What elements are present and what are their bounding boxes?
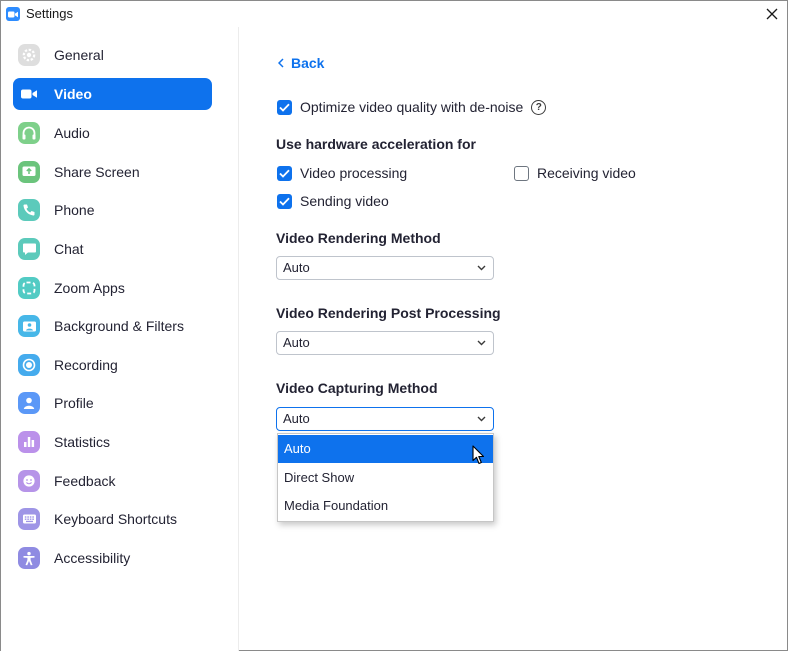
chevron-down-icon [477,265,486,271]
sidebar-item-zoom-apps[interactable]: Zoom Apps [13,272,212,304]
capturing-method-select[interactable]: Auto [276,407,494,431]
checkmark-icon [279,169,290,178]
keyboard-icon [18,508,40,530]
phone-icon [18,199,40,221]
capturing-method-value: Auto [283,411,310,426]
receiving-video-checkbox[interactable] [514,165,529,181]
video-settings-panel: Back Optimize video quality with de-nois… [240,27,787,651]
sending-video-row: Sending video [277,193,389,209]
sidebar-item-label: Keyboard Shortcuts [54,511,177,527]
sidebar-item-label: Chat [54,241,84,257]
record-icon [18,354,40,376]
denoise-label: Optimize video quality with de-noise [300,99,524,115]
sidebar-item-label: Video [54,86,92,102]
sidebar-item-profile[interactable]: Profile [13,387,212,419]
video-camera-icon [18,83,40,105]
receiving-video-label: Receiving video [537,165,636,181]
chevron-down-icon [477,416,486,422]
back-link[interactable]: Back [278,55,324,71]
dropdown-option-media-foundation[interactable]: Media Foundation [278,492,493,520]
video-processing-row: Video processing [277,165,407,181]
sidebar-item-label: General [54,47,104,63]
denoise-row: Optimize video quality with de-noise ? [277,99,547,115]
post-processing-label: Video Rendering Post Processing [276,305,501,321]
sidebar-item-video[interactable]: Video [13,78,212,110]
sidebar-item-label: Share Screen [54,164,140,180]
settings-sidebar: General Video Audio Share Screen Phone C… [1,27,239,651]
hw-acceleration-heading: Use hardware acceleration for [276,136,476,152]
checkmark-icon [279,103,290,112]
sidebar-item-label: Recording [54,357,118,373]
close-button[interactable] [757,1,787,27]
zoom-app-icon [6,7,20,21]
sidebar-item-label: Zoom Apps [54,280,125,296]
dropdown-option-auto[interactable]: Auto [278,435,493,463]
rendering-method-label: Video Rendering Method [276,230,441,246]
video-processing-checkbox[interactable] [277,165,292,181]
close-icon [766,8,778,20]
sidebar-item-label: Phone [54,202,95,218]
post-processing-value: Auto [283,335,310,350]
chevron-down-icon [477,340,486,346]
sidebar-item-statistics[interactable]: Statistics [13,426,212,458]
rendering-method-value: Auto [283,260,310,275]
statistics-icon [18,431,40,453]
sidebar-item-label: Background & Filters [54,318,184,334]
sidebar-item-label: Profile [54,395,94,411]
sidebar-item-general[interactable]: General [13,39,212,71]
post-processing-select[interactable]: Auto [276,331,494,355]
sidebar-item-background-filters[interactable]: Background & Filters [13,310,212,342]
denoise-checkbox[interactable] [277,99,292,115]
gear-icon [18,44,40,66]
title-bar: Settings [1,1,787,27]
sidebar-item-accessibility[interactable]: Accessibility [13,542,212,574]
dropdown-option-direct-show[interactable]: Direct Show [278,464,493,492]
back-label: Back [291,55,325,71]
background-icon [18,315,40,337]
profile-icon [18,392,40,414]
settings-window: Settings General Video Audio Share Scree… [0,0,788,651]
sidebar-item-share-screen[interactable]: Share Screen [13,156,212,188]
feedback-icon [18,470,40,492]
sidebar-item-label: Accessibility [54,550,131,566]
sidebar-item-label: Audio [54,125,90,141]
sidebar-item-label: Feedback [54,473,116,489]
chevron-left-icon [278,58,284,68]
mouse-cursor-icon [472,445,485,465]
sidebar-item-recording[interactable]: Recording [13,349,212,381]
capturing-method-label: Video Capturing Method [276,380,438,396]
sidebar-item-chat[interactable]: Chat [13,233,212,265]
sidebar-item-audio[interactable]: Audio [13,117,212,149]
share-screen-icon [18,161,40,183]
rendering-method-select[interactable]: Auto [276,256,494,280]
window-title: Settings [26,6,73,21]
video-processing-label: Video processing [300,165,408,181]
receiving-video-row: Receiving video [514,165,636,181]
checkmark-icon [279,197,290,206]
sidebar-item-phone[interactable]: Phone [13,194,212,226]
sidebar-item-keyboard-shortcuts[interactable]: Keyboard Shortcuts [13,503,212,535]
accessibility-icon [18,547,40,569]
capturing-method-dropdown: Auto Direct Show Media Foundation [277,433,494,522]
help-icon[interactable]: ? [531,99,547,115]
sending-video-label: Sending video [300,193,389,209]
sidebar-item-feedback[interactable]: Feedback [13,465,212,497]
headphones-icon [18,122,40,144]
sidebar-item-label: Statistics [54,434,111,450]
chat-icon [18,238,40,260]
apps-icon [18,277,40,299]
sending-video-checkbox[interactable] [277,193,292,209]
